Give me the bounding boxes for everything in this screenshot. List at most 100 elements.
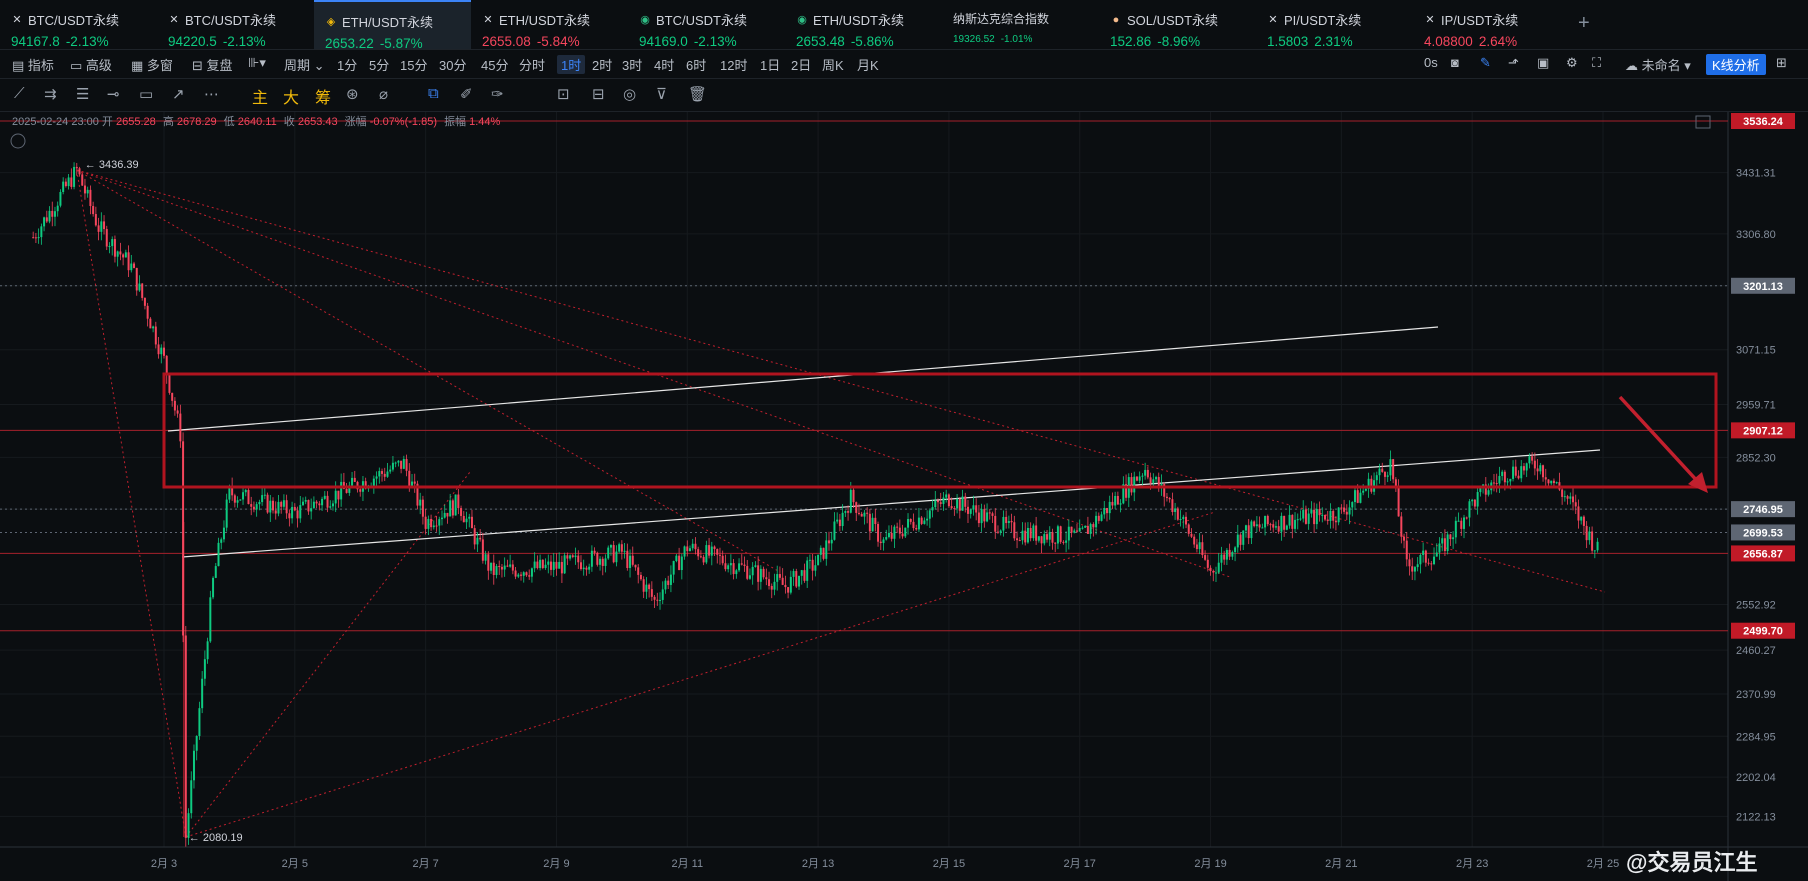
close-icon[interactable]: ✕ bbox=[1424, 14, 1436, 26]
symbol-tab[interactable]: ◈ ETH/USDT永续 2653.22 -5.87% bbox=[314, 0, 471, 51]
add-tab-button[interactable]: + bbox=[1578, 12, 1590, 35]
candle-body bbox=[1228, 549, 1231, 557]
interval-button[interactable]: 5分 bbox=[369, 55, 389, 74]
link-icon[interactable]: ◎ bbox=[623, 85, 636, 103]
interval-button[interactable]: 1时 bbox=[557, 55, 586, 74]
candle-body bbox=[1441, 538, 1444, 544]
candle-body bbox=[212, 577, 215, 598]
magnet-icon[interactable]: ⧉ bbox=[428, 85, 439, 102]
close-icon[interactable]: ✕ bbox=[168, 14, 180, 26]
more-icon[interactable]: ⋯ bbox=[204, 85, 219, 103]
interval-button[interactable]: 30分 bbox=[439, 55, 466, 74]
interval-button[interactable]: 45分 bbox=[481, 55, 508, 74]
candle-body bbox=[1283, 515, 1286, 530]
candle-body bbox=[280, 501, 283, 507]
close-icon[interactable]: ✕ bbox=[1267, 14, 1279, 26]
grid-icon[interactable]: ⊞ bbox=[1776, 55, 1787, 71]
interval-button[interactable]: 2日 bbox=[791, 55, 811, 74]
candle-body bbox=[1356, 490, 1359, 503]
tab-symbol-label: ETH/USDT永续 bbox=[342, 15, 434, 30]
ruler-icon[interactable]: ✐ bbox=[460, 85, 473, 103]
candle-body bbox=[119, 251, 122, 255]
candle-body bbox=[871, 517, 874, 532]
candle-body bbox=[1149, 477, 1152, 484]
interval-button[interactable]: 6时 bbox=[686, 55, 706, 74]
candle-body bbox=[351, 477, 354, 486]
indicators-button[interactable]: ▤ 指标 bbox=[12, 55, 54, 74]
candle-body bbox=[1195, 544, 1198, 550]
replay-button[interactable]: ⊟ 复盘 bbox=[192, 55, 233, 74]
interval-button[interactable]: 1分 bbox=[337, 55, 357, 74]
close-icon[interactable]: ✕ bbox=[482, 14, 494, 26]
price-chart[interactable]: 3431.31 3306.80 3201.13 3071.15 2959.71 2852.… bbox=[0, 112, 1808, 881]
k-analysis-button[interactable]: K线分析 bbox=[1706, 54, 1766, 75]
layout-icon[interactable]: ▣ bbox=[1537, 55, 1549, 71]
symbol-tab[interactable]: ✕ PI/USDT永续 1.5803 2.31% bbox=[1256, 0, 1413, 49]
main-indicator-button[interactable]: 主 bbox=[252, 84, 268, 108]
candle-body bbox=[724, 563, 727, 570]
clear-icon[interactable]: ⌀ bbox=[379, 85, 388, 103]
interval-button[interactable]: 15分 bbox=[400, 55, 427, 74]
symbol-tab[interactable]: ◉ ETH/USDT永续 2653.48 -5.86% bbox=[785, 0, 942, 49]
amplitude-label: 振幅 bbox=[444, 116, 467, 128]
pen-icon[interactable]: ✎ bbox=[1480, 55, 1491, 71]
candle-body bbox=[408, 470, 411, 488]
candle-body bbox=[506, 565, 509, 567]
price-level-label: 2746.95 bbox=[1743, 504, 1783, 516]
candle-body bbox=[1258, 524, 1261, 528]
tab-symbol-name: ✕ ETH/USDT永续 bbox=[482, 10, 628, 29]
candle-body bbox=[1403, 536, 1406, 541]
interval-button[interactable]: 12时 bbox=[720, 55, 747, 74]
tab-symbol-name: ✕ PI/USDT永续 bbox=[1267, 10, 1413, 29]
candle-body bbox=[896, 526, 899, 528]
camera-icon[interactable]: ◙ bbox=[1451, 55, 1459, 70]
candle-body bbox=[244, 489, 247, 493]
template-icon[interactable]: ⊟ bbox=[592, 85, 605, 103]
trash-icon[interactable]: 🗑 bbox=[688, 85, 707, 103]
candle-body bbox=[789, 576, 792, 593]
advanced-button[interactable]: ▭ 高级 bbox=[70, 55, 112, 74]
chips-indicator-button[interactable]: 筹 bbox=[315, 84, 331, 108]
fib-icon[interactable]: ☰ bbox=[76, 85, 89, 103]
bot-icon[interactable]: ⊛ bbox=[346, 85, 359, 103]
symbol-tab[interactable]: 纳斯达克综合指数 19326.52 -1.01% bbox=[942, 0, 1099, 49]
cloud-layout-button[interactable]: ☁ 未命名 ▾ bbox=[1625, 55, 1691, 74]
rectangle-icon[interactable]: ▭ bbox=[139, 85, 153, 103]
interval-button[interactable]: 4时 bbox=[654, 55, 674, 74]
candle-body bbox=[1214, 572, 1217, 574]
symbol-tab[interactable]: ✕ ETH/USDT永续 2655.08 -5.84% bbox=[471, 0, 628, 49]
fullscreen-icon[interactable]: ⛶ bbox=[1592, 55, 1601, 71]
interval-button[interactable]: 分时 bbox=[519, 55, 545, 74]
close-icon[interactable]: ✕ bbox=[11, 14, 23, 26]
interval-button[interactable]: 1日 bbox=[760, 55, 780, 74]
filter-icon[interactable]: ⊽ bbox=[656, 85, 667, 103]
arrow-icon[interactable]: ↗ bbox=[172, 85, 185, 103]
candle-body bbox=[285, 500, 288, 514]
candle-body bbox=[1026, 527, 1029, 543]
brush-icon[interactable]: ✑ bbox=[491, 85, 504, 103]
expand-icon[interactable]: ⬏ bbox=[1508, 55, 1519, 71]
horizontal-ray-icon[interactable]: ⇉ bbox=[44, 85, 57, 103]
candle-body bbox=[956, 498, 959, 509]
lock-icon[interactable]: ⊡ bbox=[557, 85, 570, 103]
symbol-tab[interactable]: ✕ IP/USDT永续 4.08800 2.64% bbox=[1413, 0, 1570, 49]
symbol-tab[interactable]: ✕ BTC/USDT永续 94220.5 -2.13% bbox=[157, 0, 314, 49]
chart-type-button[interactable]: ⊪▾ bbox=[248, 55, 266, 71]
symbol-tab[interactable]: ✕ BTC/USDT永续 94167.8 -2.13% bbox=[0, 0, 157, 49]
candle-body bbox=[827, 540, 830, 544]
period-button[interactable]: 周期 ⌄ bbox=[284, 55, 325, 74]
horizontal-line-icon[interactable]: ⊸ bbox=[107, 85, 120, 103]
interval-button[interactable]: 2时 bbox=[592, 55, 612, 74]
change-value: -0.07%(-1.85) bbox=[369, 116, 437, 128]
x-tick-label: 2月 17 bbox=[1064, 858, 1096, 870]
symbol-tab[interactable]: ● SOL/USDT永续 152.86 -8.96% bbox=[1099, 0, 1256, 49]
interval-button[interactable]: 月K bbox=[857, 55, 879, 74]
big-indicator-button[interactable]: 大 bbox=[283, 84, 299, 108]
interval-button[interactable]: 3时 bbox=[622, 55, 642, 74]
symbol-tab[interactable]: ◉ BTC/USDT永续 94169.0 -2.13% bbox=[628, 0, 785, 49]
settings-icon[interactable]: ⚙ bbox=[1566, 55, 1578, 71]
trend-line-icon[interactable]: ⟋ bbox=[14, 85, 25, 102]
interval-button[interactable]: 周K bbox=[822, 55, 844, 74]
multi-window-button[interactable]: ▦ 多窗 bbox=[131, 55, 173, 74]
candle-body bbox=[847, 511, 850, 513]
